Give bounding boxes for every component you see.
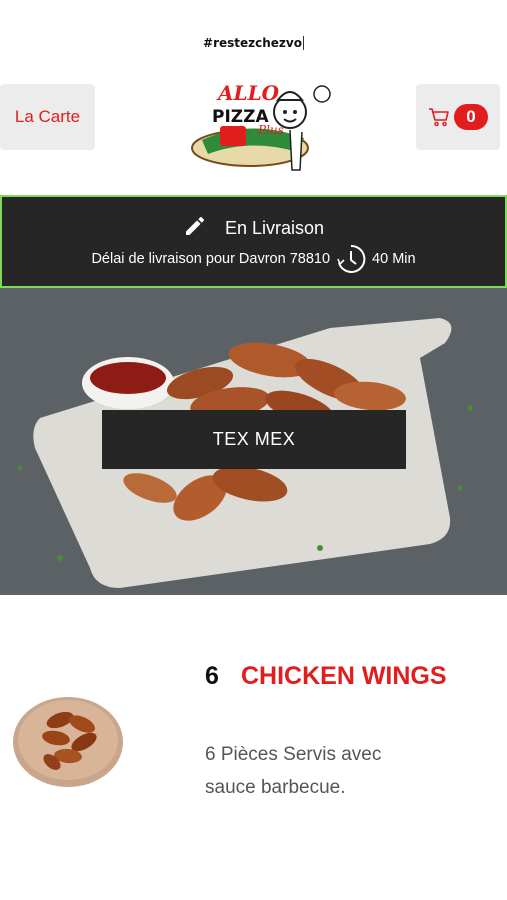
header: La Carte ALLO PIZZA Plus 0 xyxy=(0,81,507,171)
delivery-mode-row[interactable]: En Livraison xyxy=(2,214,505,243)
delivery-info-row: Délai de livraison pour Davron 78810 40 … xyxy=(2,243,505,275)
pencil-icon xyxy=(183,214,207,243)
cart-button[interactable]: 0 xyxy=(416,84,500,150)
delivery-mode-label: En Livraison xyxy=(224,218,325,238)
clock-icon xyxy=(335,243,367,275)
category-hero[interactable]: TEX MEX xyxy=(0,288,507,595)
cart-icon xyxy=(428,107,450,127)
product-name[interactable]: CHICKEN WINGS xyxy=(241,662,447,691)
delivery-time: 40 Min xyxy=(372,251,416,267)
delivery-panel[interactable]: En Livraison Délai de livraison pour Dav… xyxy=(0,195,507,288)
category-label-box[interactable]: TEX MEX xyxy=(102,410,406,469)
logo[interactable]: ALLO PIZZA Plus xyxy=(180,78,332,182)
product-quantity: 6 xyxy=(205,662,219,690)
hashtag-bar: #restezchezvo xyxy=(0,34,507,52)
svg-text:ALLO: ALLO xyxy=(216,81,280,105)
delivery-delay-text: Délai de livraison pour Davron 78810 xyxy=(91,251,331,267)
menu-button[interactable]: La Carte xyxy=(0,84,95,150)
product-image[interactable] xyxy=(12,680,130,790)
cart-count-badge: 0 xyxy=(454,104,488,130)
product-card[interactable]: 6 CHICKEN WINGS 6 Pièces Servis avec sau… xyxy=(0,640,507,860)
product-description: 6 Pièces Servis avec sauce barbecue. xyxy=(205,744,382,798)
hashtag-text: #restezchezvo xyxy=(203,36,304,50)
